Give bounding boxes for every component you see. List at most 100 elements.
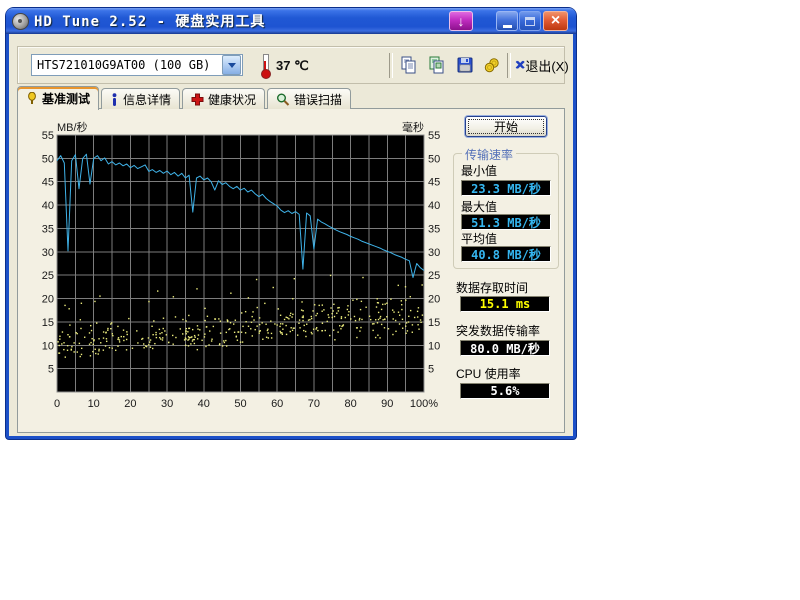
chevron-down-icon [228, 63, 236, 68]
svg-text:30: 30 [161, 398, 173, 410]
svg-text:15: 15 [42, 317, 54, 329]
svg-text:0: 0 [54, 398, 60, 410]
transfer-rate-group-title: 传输速率 [462, 146, 516, 163]
svg-text:40: 40 [42, 200, 54, 212]
svg-text:55: 55 [42, 130, 54, 142]
app-disk-icon[interactable] [12, 13, 29, 30]
cpu-value: 5.6% [491, 384, 520, 398]
burst-value: 80.0 MB/秒 [470, 340, 540, 357]
tab-benchmark[interactable]: 基准测试 [17, 86, 99, 110]
svg-text:40: 40 [428, 200, 440, 212]
tab-label: 基准测试 [42, 90, 90, 107]
minimize-button[interactable] [496, 11, 518, 31]
minimize-icon [503, 25, 512, 28]
close-button[interactable]: × [543, 11, 568, 31]
min-label: 最小值 [461, 162, 497, 179]
drive-select-value: HTS721010G9AT00 (100 GB) [32, 58, 221, 72]
copy-text-icon [400, 56, 418, 74]
thermometer-icon [259, 53, 271, 79]
burst-rate-label: 突发数据传输率 [456, 322, 540, 339]
benchmark-tabpage: 5101520253035404550555101520253035404550… [17, 108, 565, 433]
tab-label: 健康状况 [208, 91, 256, 108]
svg-text:45: 45 [42, 177, 54, 189]
copy-text-button[interactable] [399, 55, 419, 75]
access-time-value-box: 15.1 ms [460, 296, 550, 312]
svg-text:90: 90 [381, 398, 393, 410]
start-button[interactable]: 开始 [465, 116, 547, 137]
magnifier-icon [276, 93, 290, 106]
svg-text:55: 55 [428, 130, 440, 142]
transfer-rate-group: 传输速率 最小值 23.3 MB/秒 最大值 51.3 MB/秒 平均值 40.… [453, 153, 559, 269]
focus-rect [468, 119, 544, 134]
cpu-usage-label: CPU 使用率 [456, 365, 521, 382]
close-icon: × [551, 13, 560, 29]
avg-value: 40.8 MB/秒 [471, 246, 541, 263]
svg-text:40: 40 [198, 398, 210, 410]
max-value-box: 51.3 MB/秒 [461, 214, 551, 230]
tab-info[interactable]: 信息详情 [101, 88, 180, 109]
download-button[interactable]: ↓ [449, 11, 473, 31]
benchmark-chart: 5101520253035404550555101520253035404550… [18, 121, 458, 421]
tab-health[interactable]: 健康状况 [182, 88, 265, 109]
download-arrow-icon: ↓ [458, 14, 465, 28]
window-title: HD Tune 2.52 - 硬盘实用工具 [34, 11, 265, 31]
svg-text:MB/秒: MB/秒 [57, 121, 88, 134]
benchmark-icon [26, 92, 38, 105]
svg-text:35: 35 [428, 223, 440, 235]
toolbar-separator [507, 53, 511, 78]
svg-text:30: 30 [428, 247, 440, 259]
min-value-box: 23.3 MB/秒 [461, 180, 551, 196]
min-value: 23.3 MB/秒 [471, 180, 541, 197]
toolbar: HTS721010G9AT00 (100 GB) 37 ℃ [17, 46, 565, 84]
svg-text:70: 70 [308, 398, 320, 410]
max-value: 51.3 MB/秒 [471, 214, 541, 231]
save-button[interactable] [455, 55, 475, 75]
svg-text:30: 30 [42, 247, 54, 259]
svg-text:5: 5 [48, 364, 54, 376]
svg-text:20: 20 [42, 294, 54, 306]
tab-label: 信息详情 [123, 91, 171, 108]
info-icon [110, 93, 119, 106]
avg-label: 平均值 [461, 230, 497, 247]
desktop: HD Tune 2.52 - 硬盘实用工具 ↓ × HTS721010G9AT0… [0, 0, 800, 600]
tab-label: 错误扫描 [294, 91, 342, 108]
toolbar-separator [389, 53, 393, 78]
svg-text:50: 50 [234, 398, 246, 410]
svg-text:20: 20 [428, 294, 440, 306]
tab-error-scan[interactable]: 错误扫描 [267, 88, 351, 109]
svg-text:50: 50 [42, 153, 54, 165]
access-time-label: 数据存取时间 [456, 279, 528, 296]
svg-text:毫秒: 毫秒 [402, 121, 424, 134]
maximize-button[interactable] [519, 11, 541, 31]
access-value: 15.1 ms [480, 297, 531, 311]
temperature-value: 37 ℃ [276, 58, 309, 74]
svg-text:10: 10 [428, 340, 440, 352]
exit-x-icon: × [515, 57, 524, 75]
svg-text:35: 35 [42, 223, 54, 235]
svg-text:60: 60 [271, 398, 283, 410]
svg-text:45: 45 [428, 177, 440, 189]
svg-text:100%: 100% [410, 398, 438, 410]
cpu-usage-value-box: 5.6% [460, 383, 550, 399]
max-label: 最大值 [461, 198, 497, 215]
save-icon [456, 56, 474, 74]
hdtune-window: HD Tune 2.52 - 硬盘实用工具 ↓ × HTS721010G9AT0… [6, 8, 576, 439]
avg-value-box: 40.8 MB/秒 [461, 246, 551, 262]
svg-text:10: 10 [42, 340, 54, 352]
burst-rate-value-box: 80.0 MB/秒 [460, 340, 550, 356]
dropdown-button[interactable] [222, 55, 241, 75]
tabbar: 基准测试 信息详情 健康状况 错误扫描 [17, 85, 353, 109]
health-cross-icon [191, 93, 204, 106]
svg-text:50: 50 [428, 153, 440, 165]
coins-icon [483, 56, 501, 74]
svg-text:25: 25 [428, 270, 440, 282]
options-button[interactable] [482, 55, 502, 75]
exit-label: 退出(X) [525, 56, 568, 75]
copy-screenshot-button[interactable] [427, 55, 447, 75]
svg-text:5: 5 [428, 364, 434, 376]
titlebar[interactable]: HD Tune 2.52 - 硬盘实用工具 ↓ × [6, 8, 576, 34]
svg-text:25: 25 [42, 270, 54, 282]
exit-button[interactable]: × 退出(X) [515, 56, 569, 75]
maximize-icon [525, 17, 535, 26]
drive-select[interactable]: HTS721010G9AT00 (100 GB) [31, 54, 243, 76]
